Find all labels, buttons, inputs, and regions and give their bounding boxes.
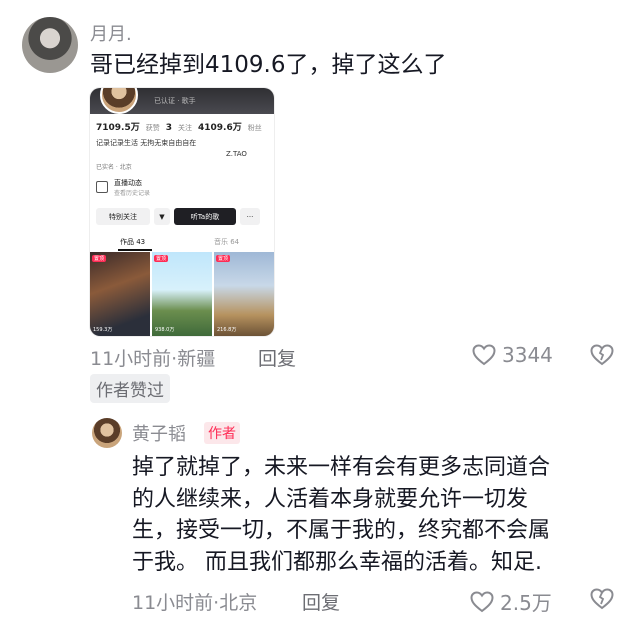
- comment-time-location: 11小时前·新疆: [90, 348, 216, 370]
- profile-bio: 记录记录生活 无拘无束自由自在: [96, 139, 197, 147]
- reply-line: 于我。 而且我们都那么幸福的活着。知足.: [132, 549, 542, 575]
- reply-button[interactable]: 回复: [302, 588, 340, 615]
- live-icon: [96, 181, 108, 193]
- dislike-button[interactable]: [590, 588, 614, 610]
- profile-verified: 已认证 · 歌手: [154, 97, 196, 105]
- following-value: 3: [165, 123, 172, 133]
- view-count: 216.8万: [217, 327, 237, 333]
- followers-label: 粉丝: [247, 124, 262, 132]
- comment-image[interactable]: 已认证 · 歌手 7109.5万 获赞 3 关注 4109.6万 粉丝 记录记录…: [90, 88, 274, 336]
- profile-tags: 已实名 · 北京: [96, 164, 132, 171]
- special-follow-button: 特别关注: [96, 208, 150, 225]
- live-title: 直播动态: [114, 179, 142, 187]
- followers-value: 4109.6万: [198, 123, 242, 133]
- tab-works: 作品 43: [120, 238, 146, 246]
- like-button[interactable]: 2.5万: [470, 587, 552, 616]
- reply-username[interactable]: 黄子韬: [132, 420, 186, 446]
- tab-underline: [118, 249, 152, 251]
- profile-tabs: 作品 43 音乐 64: [90, 234, 274, 251]
- profile-header: 已认证 · 歌手: [90, 88, 274, 114]
- view-count: 938.0万: [155, 327, 175, 333]
- reply-button[interactable]: 回复: [258, 344, 296, 371]
- tab-music: 音乐 64: [214, 238, 240, 246]
- profile-avatar: [100, 88, 138, 114]
- reply-text: 掉了就掉了，未来一样有会有更多志同道合 的人继续来，人活着本身就要允许一切发 生…: [132, 452, 622, 578]
- broken-heart-icon: [590, 344, 614, 366]
- like-button[interactable]: 3344: [472, 343, 553, 367]
- following-label: 关注: [178, 124, 192, 132]
- pinned-badge: 置顶: [92, 255, 107, 262]
- video-thumbnail: 置顶 938.0万: [152, 252, 212, 336]
- video-thumbnail: 置顶 216.8万: [214, 252, 274, 336]
- more-button: ···: [240, 208, 260, 225]
- profile-stats: 7109.5万 获赞 3 关注 4109.6万 粉丝: [96, 120, 262, 133]
- profile-signature: Z.TAO: [226, 150, 247, 158]
- avatar[interactable]: [22, 17, 78, 73]
- filter-icon: ▼: [154, 208, 170, 225]
- reply-time-location: 11小时前·北京: [132, 592, 258, 614]
- reply-line: 生，接受一切，不属于我的，终究都不会属: [132, 518, 551, 543]
- dislike-button[interactable]: [590, 344, 614, 366]
- reply-line: 掉了就掉了，未来一样有会有更多志同道合: [132, 455, 551, 480]
- like-count: 2.5万: [500, 591, 552, 615]
- author-badge: 作者: [204, 422, 240, 444]
- view-count: 159.3万: [93, 327, 113, 333]
- heart-outline-icon: [472, 344, 496, 366]
- profile-buttons: 特别关注 ▼ 听Ta的歌 ···: [96, 208, 268, 225]
- author-liked-badge: 作者赞过: [90, 374, 170, 403]
- reply-line: 的人继续来，人活着本身就要允许一切发: [132, 486, 529, 512]
- listen-button: 听Ta的歌: [174, 208, 236, 225]
- pinned-badge: 置顶: [154, 255, 169, 262]
- likes-value: 7109.5万: [96, 123, 140, 133]
- broken-heart-icon: [590, 588, 614, 610]
- likes-label: 获赞: [145, 124, 160, 132]
- pinned-badge: 置顶: [216, 255, 231, 262]
- heart-outline-icon: [470, 590, 494, 613]
- comment-username[interactable]: 月月.: [90, 20, 132, 46]
- comment-text: 哥已经掉到4109.6了，掉了这么了: [90, 52, 447, 78]
- live-subtitle: 查看历史记录: [114, 190, 151, 197]
- avatar[interactable]: [92, 418, 122, 448]
- like-count: 3344: [502, 343, 553, 367]
- video-thumbnail: 置顶 159.3万: [90, 252, 150, 336]
- video-grid: 置顶 159.3万 置顶 938.0万 置顶 216.8万: [90, 252, 274, 336]
- live-section: 直播动态 查看历史记录: [96, 178, 150, 197]
